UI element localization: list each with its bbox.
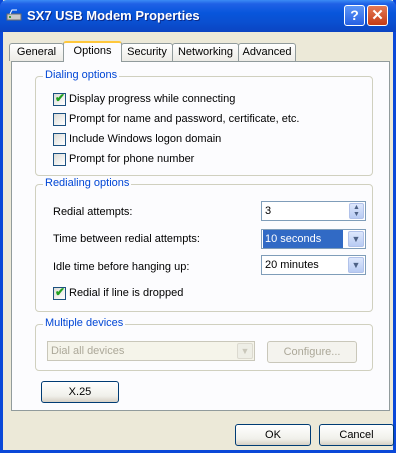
dialing-options-title: Dialing options	[43, 69, 120, 81]
display-progress-label: Display progress while connecting	[69, 93, 236, 105]
prompt-credentials-label: Prompt for name and password, certificat…	[69, 113, 300, 125]
check-mark-icon: ✔	[55, 91, 66, 105]
configure-button: Configure...	[267, 341, 357, 363]
time-between-attempts-value: 10 seconds	[263, 230, 343, 248]
tab-options[interactable]: Options	[63, 41, 122, 62]
tab-advanced[interactable]: Advanced	[238, 43, 296, 61]
check-mark-icon: ✔	[55, 285, 66, 299]
options-panel: Dialing options ✔ Display progress while…	[11, 61, 390, 411]
idle-time-label: Idle time before hanging up:	[53, 261, 190, 273]
time-between-attempts-label: Time between redial attempts:	[53, 233, 200, 245]
redialing-options-group: Redialing options Redial attempts: 3 ▲ ▼ …	[35, 177, 373, 312]
include-logon-domain-label: Include Windows logon domain	[69, 133, 222, 145]
chevron-down-icon[interactable]: ▼	[348, 257, 364, 273]
dialing-options-group: Dialing options ✔ Display progress while…	[35, 69, 373, 176]
dialog-window: SX7 USB Modem Properties ? ✕ General Opt…	[0, 0, 396, 453]
dial-devices-combo: Dial all devices ▼	[47, 341, 255, 361]
dial-devices-value: Dial all devices	[51, 345, 125, 357]
multiple-devices-group: Multiple devices Dial all devices ▼ Conf…	[35, 317, 373, 371]
chevron-down-icon: ▼	[237, 343, 253, 359]
modem-icon	[6, 9, 22, 21]
time-between-attempts-combo[interactable]: 10 seconds ▼	[261, 229, 366, 249]
chevron-down-icon[interactable]: ▼	[348, 231, 364, 247]
redial-if-dropped-label: Redial if line is dropped	[69, 287, 184, 299]
tab-networking[interactable]: Networking	[172, 43, 239, 61]
title-bar[interactable]: SX7 USB Modem Properties ? ✕	[0, 0, 396, 32]
close-button[interactable]: ✕	[367, 5, 388, 26]
help-button[interactable]: ?	[344, 5, 365, 26]
checkbox-box[interactable]: ✔	[53, 91, 66, 106]
checkbox-box[interactable]	[53, 153, 66, 166]
idle-time-combo[interactable]: 20 minutes ▼	[261, 255, 366, 275]
checkbox-box[interactable]	[53, 113, 66, 126]
idle-time-value: 20 minutes	[265, 259, 319, 271]
redial-attempts-label: Redial attempts:	[53, 206, 133, 218]
ok-button[interactable]: OK	[235, 424, 311, 446]
x25-button[interactable]: X.25	[41, 381, 119, 403]
checkbox-box[interactable]: ✔	[53, 285, 66, 300]
redial-attempts-value: 3	[265, 205, 272, 217]
redial-attempts-spinner[interactable]: 3 ▲ ▼	[261, 201, 366, 221]
spin-arrows-icon[interactable]: ▲ ▼	[349, 203, 364, 219]
multiple-devices-title: Multiple devices	[43, 317, 126, 329]
tab-general[interactable]: General	[9, 43, 64, 61]
prompt-phone-number-label: Prompt for phone number	[69, 153, 195, 165]
checkbox-box[interactable]	[53, 133, 66, 146]
cancel-button[interactable]: Cancel	[319, 424, 394, 446]
window-title: SX7 USB Modem Properties	[27, 8, 200, 23]
tab-security[interactable]: Security	[121, 43, 173, 61]
redialing-options-title: Redialing options	[43, 177, 132, 189]
